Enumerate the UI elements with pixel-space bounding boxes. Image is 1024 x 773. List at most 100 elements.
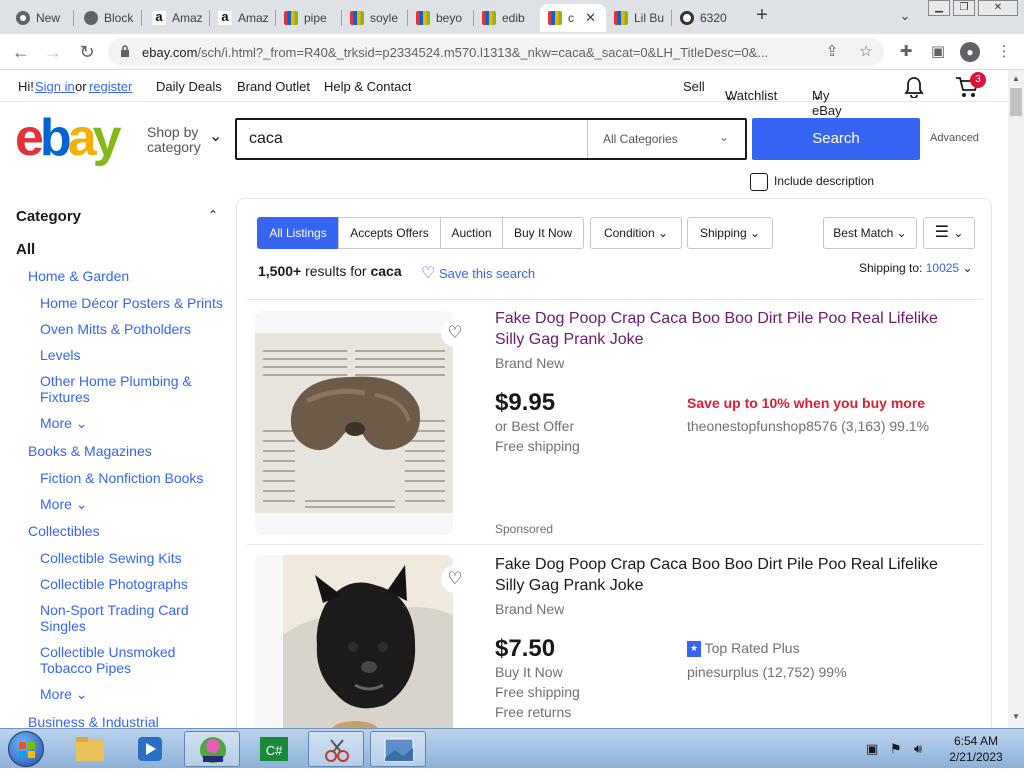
- ebay-logo[interactable]: ebay: [15, 112, 122, 164]
- sidebar-item-oven-mitts[interactable]: Oven Mitts & Potholders: [40, 321, 191, 337]
- close-tab-icon[interactable]: ✕: [585, 10, 596, 26]
- item-image[interactable]: [255, 555, 453, 728]
- item-title-line: Fake Dog Poop Crap Caca Boo Boo Dirt Pil…: [495, 310, 938, 327]
- flag-icon[interactable]: ⚑: [890, 741, 902, 757]
- more-label: More: [40, 686, 72, 702]
- sidebar-item-home-decor[interactable]: Home Décor Posters & Prints: [40, 295, 223, 311]
- page-scrollbar[interactable]: ▲ ▼: [1008, 70, 1024, 728]
- restore-button[interactable]: ❐: [953, 0, 975, 16]
- speaker-icon[interactable]: 🔊︎: [914, 741, 922, 757]
- item-title[interactable]: Fake Dog Poop Crap Caca Boo Boo Dirt Pil…: [495, 308, 938, 350]
- view-toggle[interactable]: ☰ ⌄: [923, 217, 975, 249]
- browser-tab[interactable]: New: [8, 4, 74, 32]
- browser-tab[interactable]: 6320: [672, 4, 738, 32]
- bell-icon[interactable]: [904, 76, 924, 98]
- scroll-thumb[interactable]: [1010, 88, 1022, 116]
- sidebar-item-fiction[interactable]: Fiction & Nonfiction Books: [40, 470, 203, 486]
- kebab-menu-icon[interactable]: ⋮: [994, 42, 1014, 62]
- item-image[interactable]: ♡: [255, 311, 453, 535]
- forward-arrow-icon[interactable]: →: [42, 41, 64, 63]
- csharp-app[interactable]: C#: [246, 731, 302, 767]
- browser-tab[interactable]: a Amaz: [144, 4, 210, 32]
- browser-tab[interactable]: Block: [76, 4, 142, 32]
- sidebar-item-trading-cards-cont[interactable]: Singles: [40, 618, 86, 634]
- system-clock[interactable]: 6:54 AM 2/21/2023: [940, 733, 1012, 765]
- filter-accepts-offers[interactable]: Accepts Offers: [338, 217, 441, 249]
- item-title[interactable]: Fake Dog Poop Crap Caca Boo Boo Dirt Pil…: [495, 554, 938, 596]
- sidebar-item-photographs[interactable]: Collectible Photographs: [40, 576, 188, 592]
- save-search-button[interactable]: ♡ Save this search: [421, 263, 535, 283]
- filter-shipping[interactable]: Shipping ⌄: [687, 217, 773, 249]
- star-icon[interactable]: ☆: [856, 42, 876, 62]
- address-bar[interactable]: ebay.com/sch/i.html?_from=R40&_trksid=p2…: [108, 38, 884, 66]
- filter-buy-it-now[interactable]: Buy It Now: [502, 217, 584, 249]
- register-link[interactable]: register: [89, 79, 132, 94]
- item-shipping: Free shipping: [495, 438, 580, 454]
- windows-taskbar: C# ▣ ⚑ 🔊︎ 6:54 AM 2/21/2023: [0, 728, 1024, 768]
- filter-all-listings[interactable]: All Listings: [257, 217, 339, 249]
- item-title-line: Fake Dog Poop Crap Caca Boo Boo Dirt Pil…: [495, 556, 938, 573]
- sidebar-item-collectibles[interactable]: Collectibles: [28, 523, 100, 539]
- filter-condition[interactable]: Condition ⌄: [590, 217, 682, 249]
- include-description-checkbox[interactable]: [750, 173, 768, 191]
- sidebar-item-tobacco-cont[interactable]: Tobacco Pipes: [40, 660, 131, 676]
- browser-tab[interactable]: soyle: [342, 4, 408, 32]
- daily-deals-link[interactable]: Daily Deals: [156, 79, 222, 94]
- sidebar-item-home-garden[interactable]: Home & Garden: [28, 268, 129, 284]
- help-contact-link[interactable]: Help & Contact: [324, 79, 411, 94]
- category-select[interactable]: All Categories ⌄: [587, 120, 745, 158]
- close-window-button[interactable]: ✕: [978, 0, 1018, 16]
- sidebar-more-collectibles[interactable]: More ⌄: [40, 686, 88, 703]
- start-button[interactable]: [8, 731, 44, 767]
- sell-link[interactable]: Sell: [683, 79, 705, 94]
- sidebar-item-tobacco[interactable]: Collectible Unsmoked: [40, 644, 175, 660]
- sidebar-more-books[interactable]: More ⌄: [40, 496, 88, 513]
- sidebar-more-home[interactable]: More ⌄: [40, 415, 88, 432]
- browser-tab[interactable]: a Amaz: [210, 4, 276, 32]
- watch-heart-icon[interactable]: ♡: [441, 565, 469, 593]
- search-button[interactable]: Search: [752, 118, 920, 160]
- browser-tab[interactable]: edib: [474, 4, 540, 32]
- scroll-up-arrow-icon[interactable]: ▲: [1012, 74, 1020, 83]
- sidebar-item-books[interactable]: Books & Magazines: [28, 443, 152, 459]
- extensions-icon[interactable]: ✚: [896, 42, 916, 62]
- or-text: or: [75, 79, 87, 94]
- browser-tab[interactable]: pipe: [276, 4, 342, 32]
- new-tab-button[interactable]: +: [752, 5, 772, 26]
- sidebar-item-sewing-kits[interactable]: Collectible Sewing Kits: [40, 550, 182, 566]
- search-input[interactable]: [249, 130, 569, 148]
- browser-tab-active[interactable]: c ✕: [540, 4, 606, 32]
- snipping-tool-app[interactable]: [308, 731, 364, 767]
- brand-outlet-link[interactable]: Brand Outlet: [237, 79, 310, 94]
- profile-icon[interactable]: ●: [960, 42, 980, 62]
- chevron-down-icon[interactable]: ⌄: [896, 8, 914, 26]
- sign-in-link[interactable]: Sign in: [35, 79, 75, 94]
- chevron-up-icon[interactable]: ⌃: [208, 208, 218, 222]
- minimize-button[interactable]: ▁: [928, 0, 950, 16]
- browser-tab[interactable]: beyo: [408, 4, 474, 32]
- sort-dropdown[interactable]: Best Match ⌄: [823, 217, 917, 249]
- sidebar-item-levels[interactable]: Levels: [40, 347, 80, 363]
- filter-auction[interactable]: Auction: [440, 217, 503, 249]
- watch-heart-icon[interactable]: ♡: [441, 319, 469, 347]
- back-arrow-icon[interactable]: ←: [10, 41, 32, 63]
- sidebar-item-trading-cards[interactable]: Non-Sport Trading Card: [40, 602, 189, 618]
- sidebar-item-plumbing-cont[interactable]: Fixtures: [40, 389, 90, 405]
- share-icon[interactable]: ⇪: [822, 42, 842, 62]
- category-all[interactable]: All: [16, 241, 35, 258]
- file-explorer-app[interactable]: [62, 731, 118, 767]
- scroll-down-arrow-icon[interactable]: ▼: [1012, 712, 1020, 721]
- media-player-app[interactable]: [122, 731, 178, 767]
- browser-app[interactable]: [184, 731, 240, 767]
- sidebar-item-business[interactable]: Business & Industrial: [28, 714, 159, 728]
- browser-tab[interactable]: Lil Bu: [606, 4, 672, 32]
- network-icon[interactable]: ▣: [866, 741, 878, 757]
- advanced-search-link[interactable]: Advanced: [930, 132, 979, 144]
- tab-label: Amaz: [238, 11, 269, 25]
- reload-icon[interactable]: ↻: [76, 41, 98, 63]
- sidebar-icon[interactable]: ▣: [928, 42, 948, 62]
- shipping-to[interactable]: Shipping to: 10025 ⌄: [859, 261, 973, 275]
- photo-viewer-app[interactable]: [370, 731, 426, 767]
- sidebar-item-plumbing[interactable]: Other Home Plumbing &: [40, 373, 192, 389]
- shop-by-category-button[interactable]: Shop by category ⌄: [147, 125, 222, 155]
